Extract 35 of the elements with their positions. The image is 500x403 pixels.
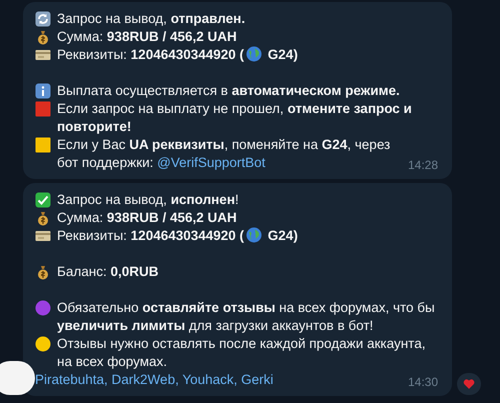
circle-icon xyxy=(35,300,51,316)
message-text: Если запрос на выплату не прошел, отмените запрос и повторите! xyxy=(57,101,412,134)
message-time: 14:30 xyxy=(408,375,438,389)
message-text: Сумма: 938RUB / 456,2 UAH xyxy=(57,29,237,44)
message-text: Запрос на вывод, отправлен. xyxy=(57,11,246,26)
message-text: G24) xyxy=(266,228,298,243)
message-text: Если у Вас UA реквизиты, поменяйте на G24, через бот поддержки: @VerifSupportBot xyxy=(57,137,390,170)
globe-icon xyxy=(246,46,262,62)
avatar-icon[interactable] xyxy=(0,361,35,395)
message-text: Запрос на вывод, исполнен! xyxy=(57,192,239,207)
message-text: Баланс: 0,0RUB xyxy=(57,264,158,279)
message-text: Обязательно оставляйте отзывы на всех форумах, что бы увеличить лимиты для загрузки аккаунтов в бот! xyxy=(57,300,435,333)
check-icon xyxy=(35,192,51,208)
refresh-icon xyxy=(35,11,51,27)
message-text: Выплата осуществляется в автоматическом режиме. xyxy=(57,83,400,98)
money-bag-icon xyxy=(35,29,51,45)
circle-icon xyxy=(35,336,51,352)
globe-icon xyxy=(246,227,262,243)
heart-icon xyxy=(463,378,475,390)
message-text: Сумма: 938RUB / 456,2 UAH xyxy=(57,210,237,225)
square-icon xyxy=(35,101,51,117)
message-time: 14:28 xyxy=(408,158,438,172)
message-text: G24) xyxy=(266,47,298,62)
link[interactable]: Piratebuhta, Dark2Web, Youhack, Gerki xyxy=(35,372,274,387)
message-text: Реквизиты: 12046430344920 ( xyxy=(57,47,244,62)
square-icon xyxy=(35,137,51,153)
money-bag-icon xyxy=(35,210,51,226)
link[interactable]: @VerifSupportBot xyxy=(157,155,266,170)
money-bag-icon xyxy=(35,264,51,280)
info-icon xyxy=(35,83,51,99)
card-icon xyxy=(35,47,51,63)
message-text: Реквизиты: 12046430344920 ( xyxy=(57,228,244,243)
message-text: Отзывы нужно оставлять после каждой продажи аккаунта, на всех форумах. xyxy=(57,336,426,369)
reaction-button[interactable] xyxy=(457,373,481,395)
card-icon xyxy=(35,228,51,244)
